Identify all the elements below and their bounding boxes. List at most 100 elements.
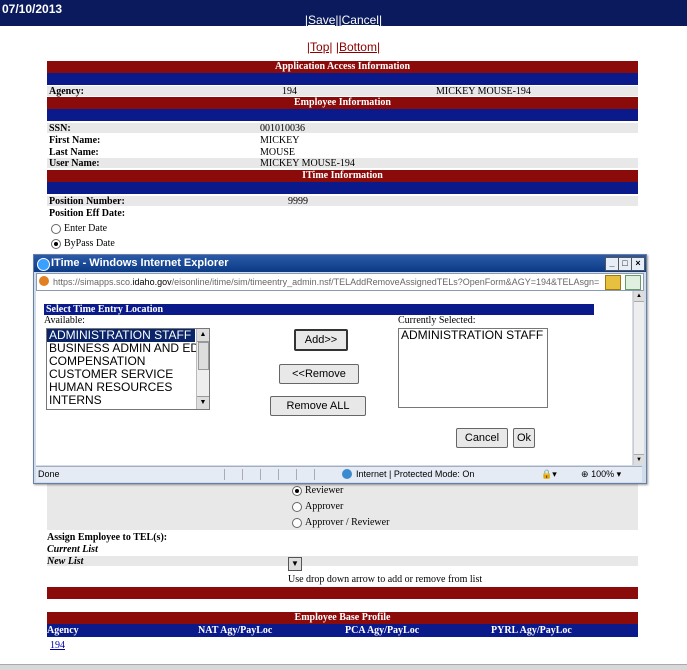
new-list-row [47, 556, 638, 566]
ssn-label: SSN: [49, 123, 71, 134]
ssn-row [47, 123, 638, 133]
col-pyrl: PYRL Agy/PayLoc [491, 625, 572, 636]
status-seg [314, 469, 333, 480]
remove-all-button[interactable]: Remove ALL [270, 396, 366, 416]
enter-date-text: Enter Date [64, 223, 108, 234]
first-name-label: First Name: [49, 135, 101, 146]
site-icon [39, 276, 49, 286]
enter-date-radio[interactable] [51, 223, 61, 234]
bypass-date-text: ByPass Date [64, 238, 115, 249]
zoom-icon: ⊕ [581, 469, 589, 479]
col-nat: NAT Agy/PayLoc [198, 625, 273, 636]
top-actions: |Save||Cancel| [0, 13, 687, 27]
selected-listbox[interactable]: ADMINISTRATION STAFF [398, 328, 548, 408]
employee-info-header: Employee Information [47, 97, 638, 109]
employee-info-bar [47, 109, 638, 121]
current-list-label: Current List [47, 544, 98, 555]
itime-info-bar [47, 182, 638, 194]
url-text: https://simapps.sco.idaho.gov/eisonline/… [53, 277, 600, 287]
ie-icon [37, 258, 50, 271]
list-item[interactable]: INTERNS [47, 394, 195, 407]
bottom-link[interactable]: |Bottom| [336, 40, 380, 54]
available-listbox[interactable]: ADMINISTRATION STAFF BUSINESS ADMIN AND E… [46, 328, 210, 410]
security-icon[interactable]: 🔒▾ [541, 467, 557, 482]
cancel-button[interactable]: Cancel [456, 428, 508, 448]
status-seg [224, 469, 243, 480]
page-icon[interactable] [625, 275, 641, 290]
page-nav: |Top| |Bottom| [0, 40, 687, 54]
col-pca: PCA Agy/PayLoc [345, 625, 420, 636]
approver-radio[interactable] [292, 501, 302, 512]
approver-option[interactable]: Approver [292, 501, 343, 512]
new-list-dropdown[interactable]: ▼ [288, 557, 302, 571]
position-row [47, 196, 638, 206]
status-seg [242, 469, 261, 480]
save-link[interactable]: |Save| [305, 13, 339, 27]
available-scrollbar[interactable]: ▲ ▼ [196, 329, 209, 409]
reviewer-radio[interactable] [292, 485, 302, 496]
first-name-value: MICKEY [260, 135, 300, 146]
status-seg [296, 469, 315, 480]
top-link[interactable]: |Top| [307, 40, 333, 54]
close-icon[interactable]: × [631, 257, 645, 271]
agency-label: Agency: [49, 86, 84, 97]
last-name-value: MOUSE [260, 147, 296, 158]
agency-name: MICKEY MOUSE-194 [436, 86, 531, 97]
new-list-label: New List [47, 556, 84, 567]
user-name-value: MICKEY MOUSE-194 [260, 158, 355, 169]
maximize-icon[interactable]: □ [618, 257, 632, 271]
col-agency: Agency [47, 625, 79, 636]
assign-divider [47, 587, 638, 599]
top-bar: 07/10/2013 |Save||Cancel| [0, 0, 687, 27]
approver-reviewer-option[interactable]: Approver / Reviewer [292, 517, 389, 528]
status-seg [278, 469, 297, 480]
itime-info-header: ITime Information [47, 170, 638, 182]
last-name-label: Last Name: [49, 147, 99, 158]
bypass-date-option[interactable]: ByPass Date [51, 238, 115, 249]
list-item[interactable]: ADMINISTRATION STAFF [399, 329, 547, 342]
selected-label: Currently Selected: [398, 315, 476, 326]
approver-reviewer-radio[interactable] [292, 517, 302, 528]
popup-scroll-down-icon[interactable]: ▼ [634, 454, 644, 465]
zoom-level: 100% [591, 469, 615, 479]
scroll-down-icon[interactable]: ▼ [197, 396, 209, 409]
assign-title: Assign Employee to TEL(s): [47, 532, 168, 543]
approver-reviewer-text: Approver / Reviewer [305, 517, 390, 528]
user-name-label: User Name: [49, 158, 100, 169]
lock-icon[interactable] [605, 275, 621, 290]
dropdown-hint: Use drop down arrow to add or remove fro… [288, 574, 483, 585]
popup-window: ITime - Windows Internet Explorer _ □ × … [33, 254, 647, 484]
agency-194-link[interactable]: 194 [50, 640, 65, 651]
status-zone: Internet | Protected Mode: On [356, 469, 475, 479]
agency-row [47, 86, 638, 96]
ok-button[interactable]: Ok [513, 428, 535, 448]
eff-date-label: Position Eff Date: [49, 208, 126, 219]
minimize-icon[interactable]: _ [605, 257, 619, 271]
add-button[interactable]: Add>> [294, 329, 348, 351]
scroll-thumb[interactable] [198, 342, 209, 370]
zoom-control[interactable]: ⊕ 100% ▾ [581, 467, 621, 482]
cancel-link[interactable]: |Cancel| [339, 13, 383, 27]
popup-scroll-up-icon[interactable]: ▲ [634, 291, 644, 302]
app-access-bar [47, 73, 638, 85]
globe-icon [342, 469, 352, 479]
available-label: Available: [44, 315, 85, 326]
approver-text: Approver [305, 501, 344, 512]
remove-button[interactable]: <<Remove [279, 364, 359, 384]
scroll-up-icon[interactable]: ▲ [197, 329, 209, 342]
bottom-scrollbar[interactable] [0, 664, 687, 670]
select-tel-header: Select Time Entry Location [44, 304, 594, 315]
reviewer-text: Reviewer [305, 485, 344, 496]
position-value: 9999 [288, 196, 308, 207]
chevron-down-icon: ▼ [291, 559, 299, 568]
enter-date-option[interactable]: Enter Date [51, 223, 107, 234]
status-seg [260, 469, 279, 480]
popup-content: Select Time Entry Location Available: Cu… [36, 291, 632, 465]
address-bar[interactable]: https://simapps.sco.idaho.gov/eisonline/… [36, 273, 644, 291]
position-label: Position Number: [49, 196, 125, 207]
bypass-date-radio[interactable] [51, 238, 61, 249]
ssn-value: 001010036 [260, 123, 305, 134]
app-access-header: Application Access Information [47, 61, 638, 73]
popup-scrollbar[interactable]: ▲ ▼ [633, 291, 644, 465]
reviewer-option[interactable]: Reviewer [292, 485, 343, 496]
